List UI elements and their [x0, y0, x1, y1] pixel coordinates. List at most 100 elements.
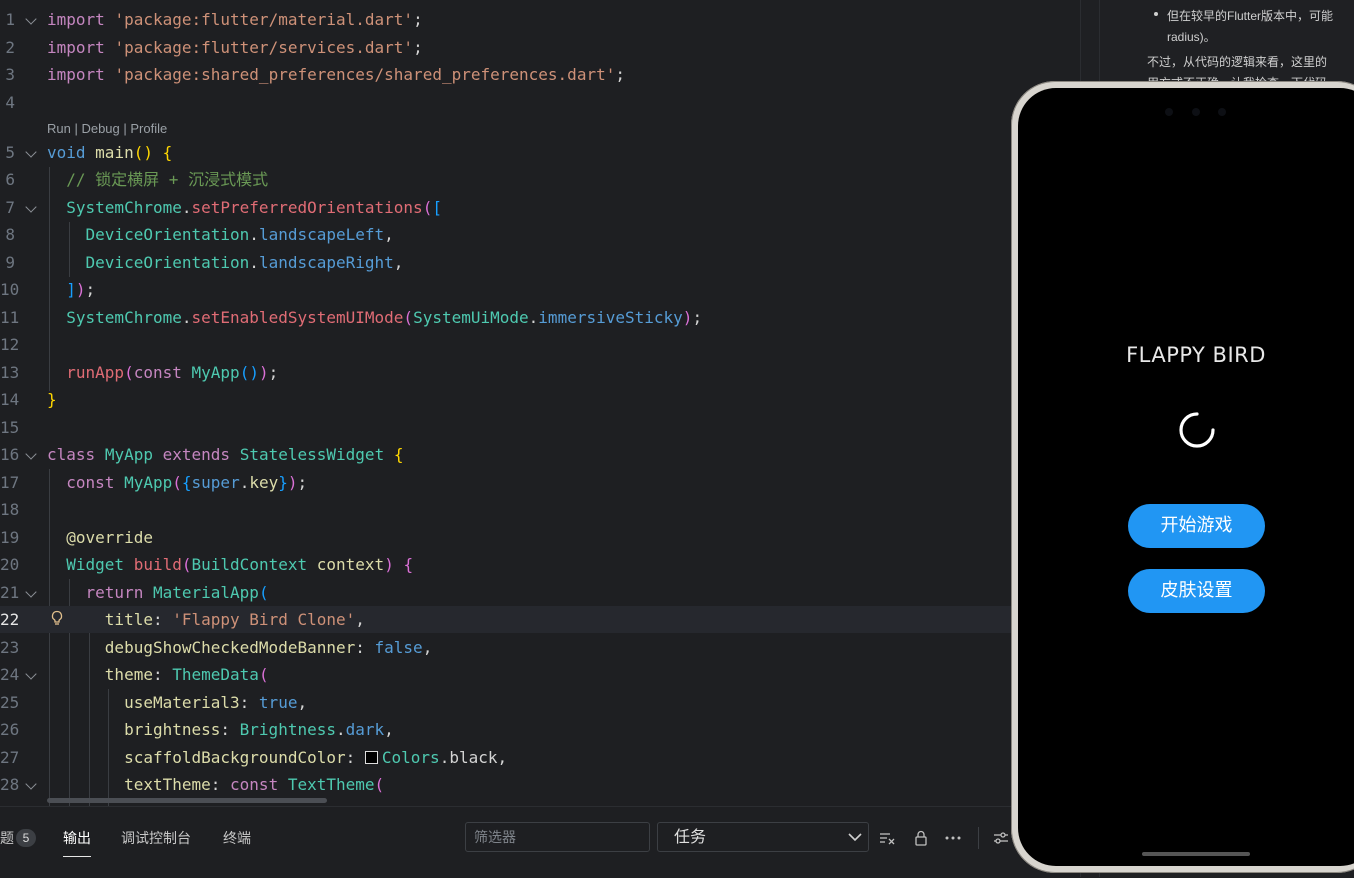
- camera-icon: [1192, 108, 1200, 116]
- code-annotation: @override: [66, 528, 153, 547]
- code-token: landscapeRight: [258, 253, 394, 272]
- code-line[interactable]: 28 textTheme: const TextTheme(: [0, 771, 1080, 798]
- code-line[interactable]: 4: [0, 89, 1080, 116]
- code-token: class: [47, 445, 96, 464]
- code-token: true: [258, 693, 298, 712]
- code-token: super: [191, 473, 240, 492]
- code-token: black: [449, 748, 498, 767]
- code-line[interactable]: 6 // 锁定横屏 + 沉浸式模式: [0, 166, 1080, 193]
- code-line-current[interactable]: 22 title: 'Flappy Bird Clone',: [0, 606, 1080, 633]
- phone-screen[interactable]: FLAPPY BIRD 开始游戏 皮肤设置: [1018, 88, 1354, 866]
- fold-chevron-icon[interactable]: [25, 13, 37, 25]
- line-number: 4: [5, 93, 15, 112]
- codelens-run-debug-profile[interactable]: Run | Debug | Profile: [47, 119, 167, 139]
- code-token: 'package:flutter/services.dart': [114, 38, 414, 57]
- line-number: 23: [0, 638, 20, 657]
- tab-output[interactable]: 输出: [63, 827, 91, 857]
- problems-count-badge: 5: [16, 829, 36, 847]
- code-line[interactable]: 3 import 'package:shared_preferences/sha…: [0, 61, 1080, 88]
- skin-settings-button[interactable]: 皮肤设置: [1128, 569, 1265, 613]
- code-token: brightness: [124, 720, 221, 739]
- code-token: setEnabledSystemUIMode: [191, 308, 404, 327]
- home-indicator[interactable]: [1142, 852, 1250, 856]
- line-number: 7: [5, 198, 15, 217]
- loading-spinner-icon: [1179, 412, 1215, 448]
- code-line[interactable]: 5 void main() {: [0, 139, 1080, 166]
- lightbulb-icon[interactable]: [50, 610, 64, 626]
- line-number: 17: [0, 473, 20, 492]
- sensor-icon: [1218, 108, 1226, 116]
- code-line[interactable]: 17 const MyApp({super.key});: [0, 469, 1080, 496]
- code-token: scaffoldBackgroundColor: [124, 748, 346, 767]
- code-token: false: [374, 638, 423, 657]
- start-game-button[interactable]: 开始游戏: [1128, 504, 1265, 548]
- bottom-panel: 题 5 输出 调试控制台 终端 任务: [0, 806, 1080, 878]
- code-editor[interactable]: Run | Debug | Profile 1 import 'package:…: [0, 0, 1080, 806]
- fold-chevron-icon[interactable]: [25, 448, 37, 460]
- code-line[interactable]: 18: [0, 496, 1080, 523]
- code-token: ThemeData: [172, 665, 259, 684]
- code-token: dark: [345, 720, 385, 739]
- code-token: SystemChrome: [66, 308, 182, 327]
- code-line[interactable]: 13 runApp(const MyApp());: [0, 359, 1080, 386]
- line-number: 8: [5, 225, 15, 244]
- filter-input[interactable]: [465, 822, 650, 852]
- sensor-icon: [1165, 108, 1173, 116]
- code-line[interactable]: 23 debugShowCheckedModeBanner: false,: [0, 634, 1080, 661]
- app-title: FLAPPY BIRD: [1126, 343, 1266, 367]
- code-line[interactable]: 21 return MaterialApp(: [0, 579, 1080, 606]
- code-line[interactable]: 16 class MyApp extends StatelessWidget {: [0, 441, 1080, 468]
- code-token: extends: [162, 445, 231, 464]
- code-token: DeviceOrientation: [85, 225, 250, 244]
- line-number: 20: [0, 555, 20, 574]
- fold-chevron-icon[interactable]: [25, 668, 37, 680]
- tab-problems[interactable]: 题: [0, 827, 14, 849]
- code-line[interactable]: 9 DeviceOrientation.landscapeRight,: [0, 249, 1080, 276]
- chat-bullet-text: 但在较早的Flutter版本中，可能: [1167, 9, 1334, 23]
- code-line[interactable]: 25 useMaterial3: true,: [0, 689, 1080, 716]
- code-token: SystemChrome: [66, 198, 182, 217]
- fold-chevron-icon[interactable]: [25, 586, 37, 598]
- lock-icon[interactable]: [912, 829, 930, 847]
- code-token: MyApp: [104, 445, 153, 464]
- fold-chevron-icon[interactable]: [25, 201, 37, 213]
- code-token: TextTheme: [287, 775, 375, 794]
- horizontal-scrollbar[interactable]: [47, 798, 327, 803]
- tab-terminal[interactable]: 终端: [223, 827, 251, 849]
- code-token: main: [95, 143, 134, 162]
- code-token: 'Flappy Bird Clone': [172, 610, 356, 629]
- code-line[interactable]: 7 SystemChrome.setPreferredOrientations(…: [0, 194, 1080, 221]
- code-token: const: [230, 775, 279, 794]
- code-line[interactable]: 24 theme: ThemeData(: [0, 661, 1080, 688]
- line-number: 21: [0, 583, 20, 602]
- code-line[interactable]: 2 import 'package:flutter/services.dart'…: [0, 34, 1080, 61]
- line-number: 15: [0, 418, 20, 437]
- task-select[interactable]: 任务: [657, 822, 869, 852]
- code-line[interactable]: 27 scaffoldBackgroundColor: Colors.black…: [0, 744, 1080, 771]
- code-line[interactable]: 10 ]);: [0, 276, 1080, 303]
- code-line[interactable]: 19 @override: [0, 524, 1080, 551]
- line-number: 26: [0, 720, 20, 739]
- code-line[interactable]: 12: [0, 331, 1080, 358]
- code-line[interactable]: 20 Widget build(BuildContext context) {: [0, 551, 1080, 578]
- fold-chevron-icon[interactable]: [25, 778, 37, 790]
- code-line[interactable]: 26 brightness: Brightness.dark,: [0, 716, 1080, 743]
- clear-output-icon[interactable]: [878, 829, 896, 847]
- more-actions-icon[interactable]: [944, 829, 962, 847]
- color-swatch-icon[interactable]: [364, 751, 378, 764]
- line-number: 27: [0, 748, 20, 767]
- code-line[interactable]: 15: [0, 414, 1080, 441]
- line-number: 22: [0, 610, 20, 629]
- line-number: 14: [0, 390, 20, 409]
- settings-sliders-icon[interactable]: [992, 829, 1010, 847]
- fold-chevron-icon[interactable]: [25, 146, 37, 158]
- code-line[interactable]: 1 import 'package:flutter/material.dart'…: [0, 6, 1080, 33]
- line-number: 10: [0, 280, 20, 299]
- code-line[interactable]: 11 SystemChrome.setEnabledSystemUIMode(S…: [0, 304, 1080, 331]
- code-token: context: [316, 555, 385, 574]
- tab-debug-console[interactable]: 调试控制台: [121, 827, 191, 849]
- code-line[interactable]: 8 DeviceOrientation.landscapeLeft,: [0, 221, 1080, 248]
- code-token: landscapeLeft: [258, 225, 385, 244]
- line-number: 2: [5, 38, 15, 57]
- code-line[interactable]: 14 }: [0, 386, 1080, 413]
